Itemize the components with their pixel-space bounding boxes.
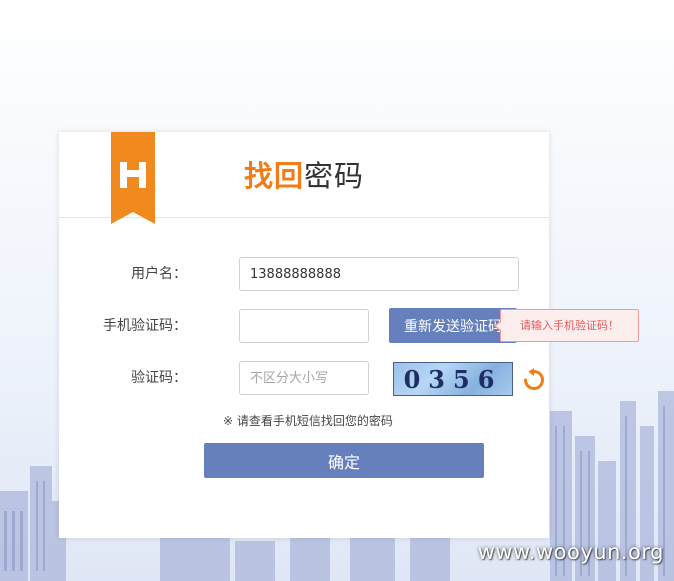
sms-code-input[interactable] bbox=[239, 309, 369, 343]
captcha-image[interactable]: 0356 bbox=[393, 362, 513, 396]
username-input[interactable] bbox=[239, 257, 519, 291]
card-header: 找回密码 bbox=[59, 132, 549, 224]
confirm-button[interactable]: 确定 bbox=[204, 443, 484, 478]
captcha-label: 验证码： bbox=[131, 370, 187, 386]
page-title-rest: 密码 bbox=[304, 159, 365, 193]
logo-ribbon-h-icon bbox=[111, 132, 155, 224]
sms-notice-text: ※ 请查看手机短信找回您的密码 bbox=[223, 414, 393, 428]
watermark-text: www.wooyun.org bbox=[477, 540, 664, 564]
username-label: 用户名： bbox=[131, 266, 187, 282]
captcha-input[interactable] bbox=[239, 361, 369, 395]
error-tooltip: 请输入手机验证码！ bbox=[494, 309, 639, 342]
captcha-text: 0356 bbox=[403, 365, 503, 394]
reset-password-card: 找回密码 用户名： 手机验证码： 重新发送验证码 验证码： 0356 ※ 请查看… bbox=[59, 132, 549, 538]
page-title-accent: 找回 bbox=[244, 159, 305, 193]
sms-code-label: 手机验证码： bbox=[103, 318, 187, 334]
page-title: 找回密码 bbox=[244, 158, 364, 194]
refresh-icon[interactable] bbox=[522, 368, 546, 392]
